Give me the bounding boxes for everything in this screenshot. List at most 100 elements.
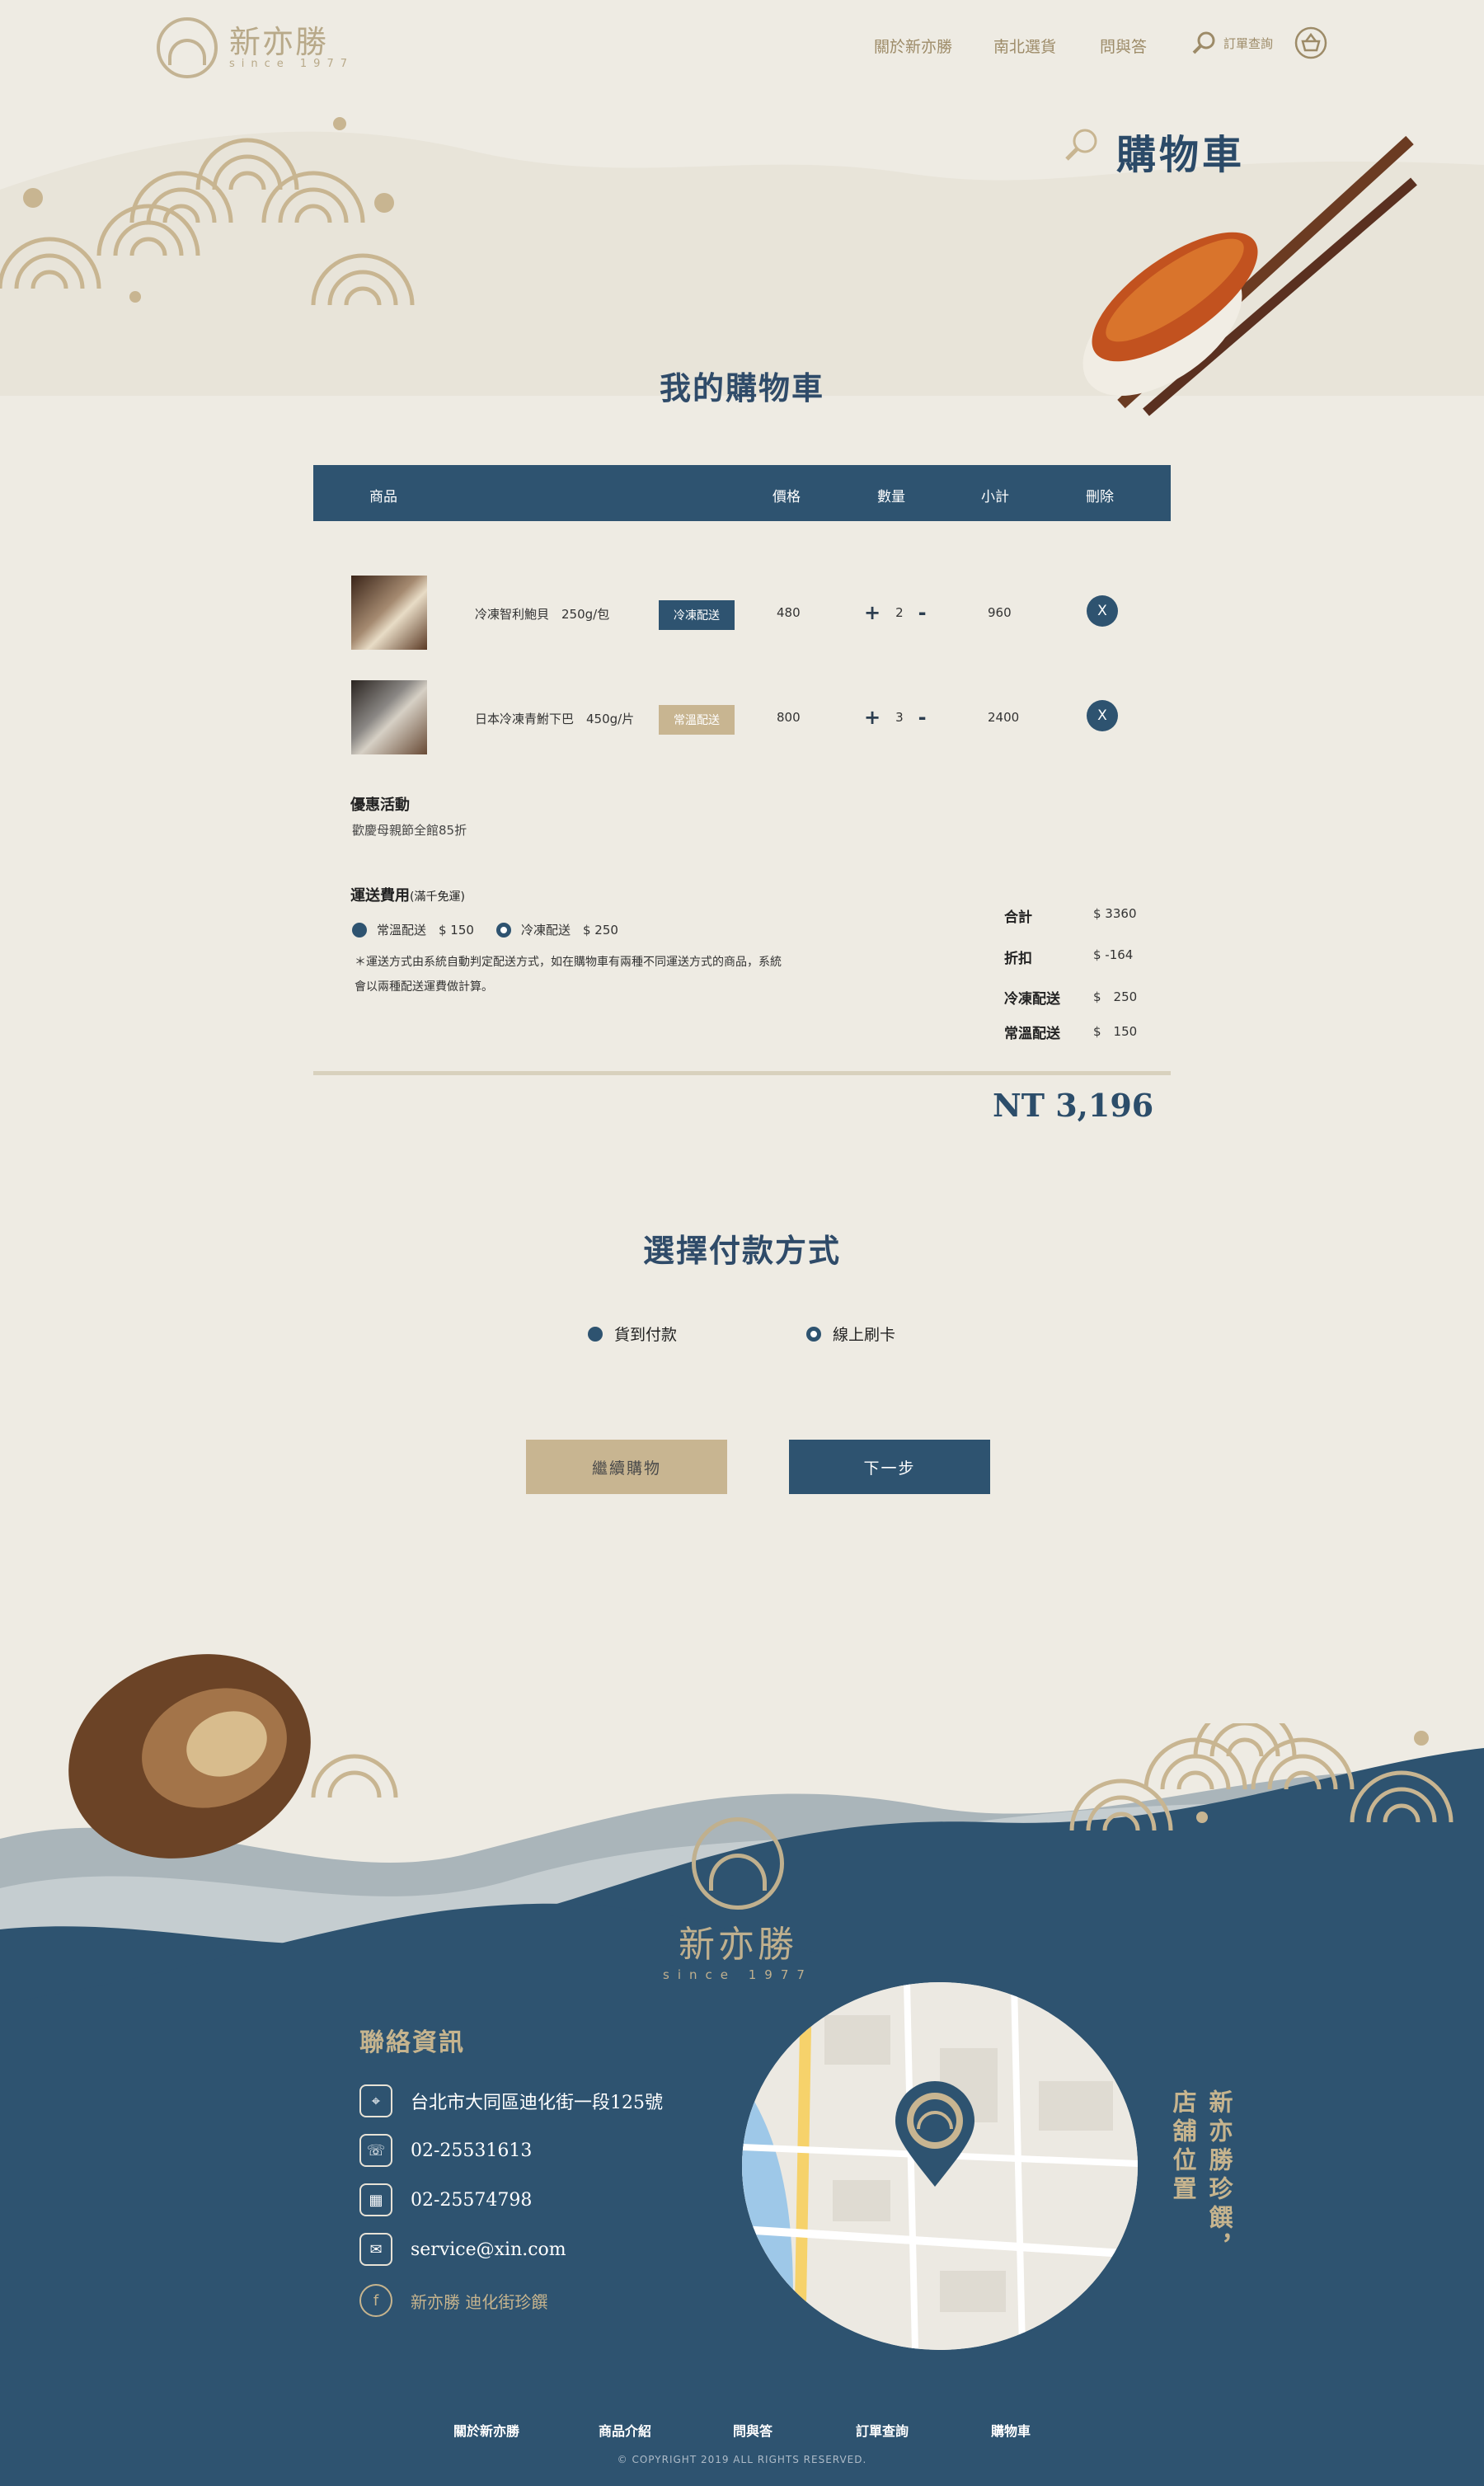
shipping-title-note: (滿千免運) — [410, 891, 465, 904]
email-text: service@xin.com — [411, 2239, 566, 2260]
brand-since: since 1977 — [229, 57, 354, 70]
radio-selected-icon — [588, 1326, 603, 1342]
address-text: 台北市大同區迪化街一段125號 — [411, 2093, 663, 2113]
shipping-tag: 冷凍配送 — [659, 600, 735, 630]
qty-minus-button[interactable]: - — [918, 706, 927, 729]
grand-total: NT 3,196 — [993, 1087, 1154, 1124]
cart-table-header: 商品 價格 數量 小計 刪除 — [313, 465, 1171, 521]
contact-title: 聯絡資訊 — [359, 2028, 465, 2057]
promo-text: 歡慶母親節全館85折 — [352, 823, 467, 838]
col-price: 價格 — [773, 489, 801, 505]
payment-option-cod[interactable]: 貨到付款 — [588, 1323, 677, 1345]
fax-icon: ▦ — [359, 2183, 392, 2216]
product-price: 800 — [777, 710, 801, 725]
footer-nav-order-query[interactable]: 訂單查詢 — [856, 2420, 909, 2440]
page-title: 購物車 — [1116, 132, 1246, 178]
contact-fax: ▦ 02-25574798 — [359, 2183, 532, 2216]
footer-nav-cart[interactable]: 購物車 — [991, 2420, 1031, 2440]
basket-icon — [1294, 26, 1327, 59]
search-icon — [1192, 31, 1215, 54]
footer-logo[interactable]: 新亦勝 since 1977 — [651, 1817, 824, 1982]
qty-value: 2 — [895, 605, 904, 620]
promo-title: 優惠活動 — [350, 797, 410, 814]
radio-ring-icon — [806, 1326, 821, 1342]
nav-faq[interactable]: 問與答 — [1100, 35, 1147, 57]
phone-text: 02-25531613 — [411, 2140, 533, 2161]
footer-nav-faq[interactable]: 問與答 — [733, 2420, 773, 2440]
contact-email[interactable]: ✉ service@xin.com — [359, 2233, 566, 2266]
qty-plus-button[interactable]: + — [864, 601, 881, 624]
facebook-link[interactable]: f 新亦勝 迪化街珍饌 — [359, 2284, 547, 2317]
continue-shopping-button[interactable]: 繼續購物 — [526, 1440, 727, 1494]
summary-value: $ 250 — [1093, 989, 1138, 1004]
quantity-stepper: + 3 - — [864, 706, 927, 729]
product-name[interactable]: 冷凍智利鮑貝 250g/包 — [475, 605, 609, 623]
location-caption-line1: 新亦勝珍饌， — [1205, 2089, 1233, 2263]
qty-minus-button[interactable]: - — [918, 601, 927, 624]
qty-value: 3 — [895, 710, 904, 725]
order-query-link[interactable]: 訂單查詢 — [1190, 30, 1273, 56]
quantity-stepper: + 2 - — [864, 601, 927, 624]
shipping-option-cold[interactable]: 冷凍配送 $ 250 — [496, 921, 618, 938]
contact-address: ⌖ 台北市大同區迪化街一段125號 — [359, 2084, 663, 2117]
product-price: 480 — [777, 605, 801, 620]
radio-ring-icon — [496, 922, 511, 938]
payment-heading: 選擇付款方式 — [642, 1232, 841, 1269]
mail-icon: ✉ — [359, 2233, 392, 2266]
shipping-option-label: 常溫配送 $ 150 — [377, 923, 474, 938]
product-thumbnail[interactable] — [351, 680, 427, 754]
footer-brand-since: since 1977 — [663, 1967, 813, 1982]
footer-nav-about[interactable]: 關於新亦勝 — [453, 2420, 519, 2440]
summary-label: 冷凍配送 — [1004, 991, 1060, 1008]
summary-label: 合計 — [1004, 909, 1032, 926]
fax-text: 02-25574798 — [411, 2189, 533, 2211]
divider — [313, 1071, 1171, 1075]
summary-value: $ 150 — [1093, 1024, 1138, 1039]
next-step-button[interactable]: 下一步 — [789, 1440, 990, 1494]
summary-label: 折扣 — [1004, 951, 1032, 967]
facebook-text: 新亦勝 迪化街珍饌 — [411, 2291, 548, 2312]
location-caption-line2: 店舖位置 — [1169, 2089, 1197, 2205]
payment-option-label: 貨到付款 — [614, 1326, 678, 1344]
col-product: 商品 — [369, 489, 397, 505]
shipping-option-normal[interactable]: 常溫配送 $ 150 — [352, 921, 474, 938]
product-name[interactable]: 日本冷凍青鮒下巴 450g/片 — [475, 710, 634, 727]
brand-name: 新亦勝 — [229, 23, 329, 60]
brand-logo[interactable]: 新亦勝 since 1977 — [157, 15, 355, 81]
radio-selected-icon — [352, 922, 367, 938]
payment-option-label: 線上刷卡 — [833, 1326, 896, 1344]
summary-value: $ -164 — [1093, 947, 1134, 962]
location-pin-icon: ⌖ — [359, 2084, 392, 2117]
facebook-icon: f — [359, 2284, 392, 2317]
logo-emblem-icon — [157, 17, 218, 78]
shipping-note: ＊運送方式由系統自動判定配送方式，如在購物車有兩種不同運送方式的商品，系統會以兩… — [355, 956, 782, 994]
footer-nav-products[interactable]: 商品介紹 — [599, 2420, 651, 2440]
shipping-tag: 常溫配送 — [659, 705, 735, 735]
cart-row: 冷凍智利鮑貝 250g/包 冷凍配送 480 + 2 - 960 X — [313, 569, 1171, 651]
cart-icon-button[interactable] — [1294, 26, 1327, 63]
col-subtotal: 小計 — [981, 489, 1009, 505]
shiitake-mushroom-image — [68, 1654, 311, 1859]
nav-about[interactable]: 關於新亦勝 — [874, 35, 952, 57]
shipping-title-text: 運送費用 — [350, 887, 410, 905]
phone-icon: ☏ — [359, 2134, 392, 2167]
footer-brand-name: 新亦勝 — [679, 1924, 797, 1966]
delete-item-button[interactable]: X — [1087, 595, 1118, 627]
product-thumbnail[interactable] — [351, 576, 427, 650]
summary-value: $ 3360 — [1093, 906, 1137, 921]
product-subtotal: 960 — [988, 605, 1012, 620]
magnifier-icon — [1065, 129, 1097, 161]
col-qty: 數量 — [877, 489, 905, 505]
logo-emblem-icon — [692, 1817, 784, 1910]
shipping-option-label: 冷凍配送 $ 250 — [521, 923, 618, 938]
contact-phone[interactable]: ☏ 02-25531613 — [359, 2134, 532, 2167]
delete-item-button[interactable]: X — [1087, 700, 1118, 731]
cart-row: 日本冷凍青鮒下巴 450g/片 常溫配送 800 + 3 - 2400 X — [313, 674, 1171, 756]
map-pin-icon — [895, 2081, 974, 2187]
qty-plus-button[interactable]: + — [864, 706, 881, 729]
payment-option-card[interactable]: 線上刷卡 — [806, 1323, 895, 1345]
col-delete: 刪除 — [1086, 489, 1114, 505]
nav-products[interactable]: 南北選貨 — [993, 35, 1056, 57]
shipping-title: 運送費用(滿千免運) — [350, 884, 465, 905]
summary-label: 常溫配送 — [1004, 1026, 1060, 1042]
